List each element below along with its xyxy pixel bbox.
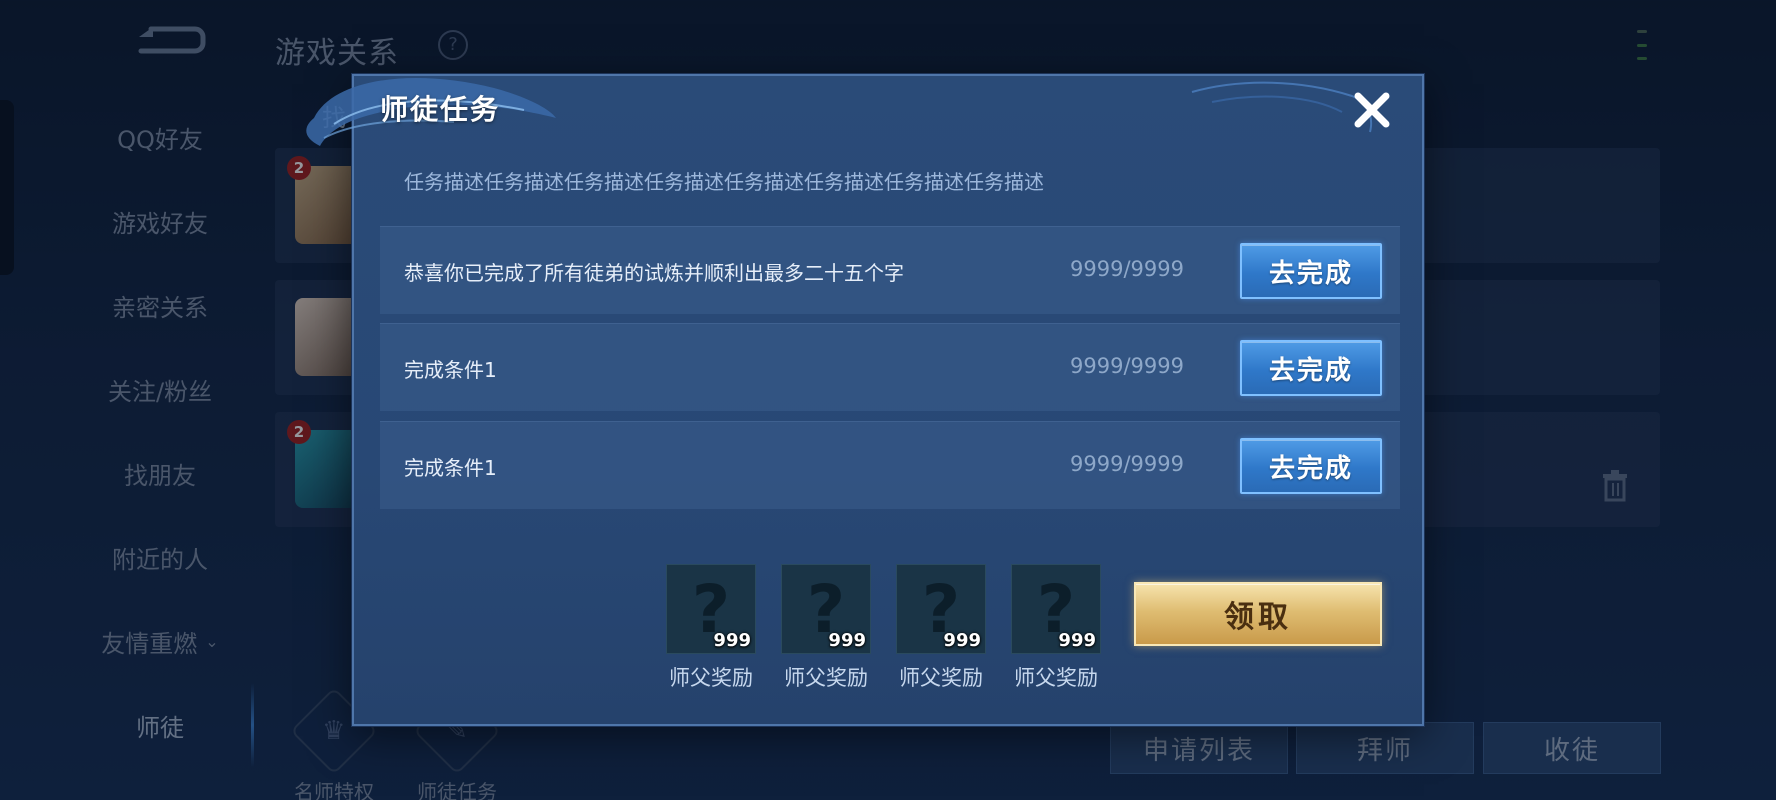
reward-label: 师父奖励 — [1014, 666, 1098, 690]
close-icon — [1354, 92, 1390, 128]
reward-count: 999 — [828, 630, 866, 651]
reward-count: 999 — [1058, 630, 1096, 651]
task-progress: 9999/9999 — [1070, 257, 1184, 281]
claim-button[interactable]: 领取 — [1134, 582, 1382, 646]
go-complete-button[interactable]: 去完成 — [1240, 438, 1382, 494]
reward-item[interactable]: ? 999 师父奖励 — [896, 564, 986, 692]
reward-label: 师父奖励 — [784, 666, 868, 690]
task-row: 完成条件1 9999/9999 去完成 — [380, 421, 1400, 509]
reward-item[interactable]: ? 999 师父奖励 — [781, 564, 871, 692]
reward-count: 999 — [713, 630, 751, 651]
reward-slot: ? 999 — [781, 564, 871, 654]
task-progress: 9999/9999 — [1070, 452, 1184, 476]
mentor-task-dialog: 师徒任务 任务描述任务描述任务描述任务描述任务描述任务描述任务描述任务描述 恭喜… — [306, 74, 1424, 726]
task-condition-text: 完成条件1 — [404, 358, 497, 382]
task-condition-text: 恭喜你已完成了所有徒弟的试炼并顺利出最多二十五个字 — [404, 261, 904, 285]
reward-item[interactable]: ? 999 师父奖励 — [666, 564, 756, 692]
reward-count: 999 — [943, 630, 981, 651]
go-complete-button[interactable]: 去完成 — [1240, 340, 1382, 396]
task-progress: 9999/9999 — [1070, 354, 1184, 378]
reward-slot: ? 999 — [1011, 564, 1101, 654]
task-row: 恭喜你已完成了所有徒弟的试炼并顺利出最多二十五个字 9999/9999 去完成 — [380, 226, 1400, 314]
reward-label: 师父奖励 — [669, 666, 753, 690]
reward-slot: ? 999 — [666, 564, 756, 654]
task-description: 任务描述任务描述任务描述任务描述任务描述任务描述任务描述任务描述 — [404, 170, 1044, 194]
reward-item[interactable]: ? 999 师父奖励 — [1011, 564, 1101, 692]
reward-label: 师父奖励 — [899, 666, 983, 690]
task-row: 完成条件1 9999/9999 去完成 — [380, 323, 1400, 411]
reward-slot: ? 999 — [896, 564, 986, 654]
dialog-title: 师徒任务 — [380, 93, 501, 126]
close-button[interactable] — [1348, 86, 1396, 134]
task-condition-text: 完成条件1 — [404, 456, 497, 480]
go-complete-button[interactable]: 去完成 — [1240, 243, 1382, 299]
